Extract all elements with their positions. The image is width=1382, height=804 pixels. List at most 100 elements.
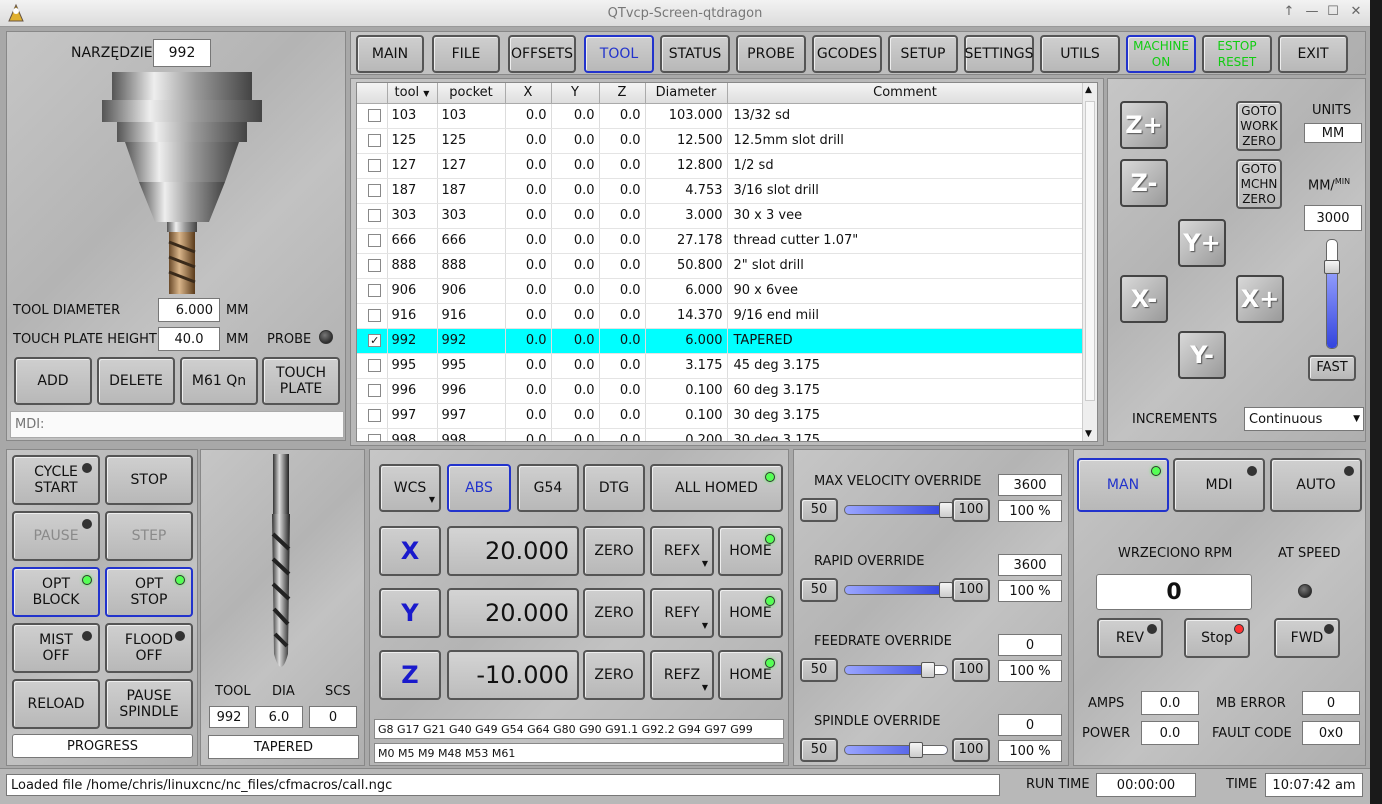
comment-cell[interactable]: 30 deg 3.175 <box>727 403 1084 429</box>
pocket-cell[interactable]: 998 <box>437 428 506 441</box>
goto-machine-zero-button[interactable]: GOTO MCHN ZERO <box>1236 159 1282 209</box>
tab-tool[interactable]: TOOL <box>584 35 654 73</box>
tool-cell[interactable]: 127 <box>387 153 438 179</box>
select-cell[interactable] <box>357 228 388 254</box>
opt-block-button[interactable]: OPT BLOCK <box>12 567 100 617</box>
all-homed-button[interactable]: ALL HOMED <box>650 464 783 512</box>
touch-plate-button[interactable]: TOUCH PLATE <box>262 357 340 405</box>
tool-cell[interactable]: 992 <box>387 328 438 354</box>
diameter-cell[interactable]: 0.100 <box>645 403 728 429</box>
table-row[interactable]: 666 666 0.0 0.0 0.0 27.178 thread cutter 1.07" <box>357 228 1084 254</box>
select-cell[interactable] <box>357 278 388 304</box>
jog-rate-field[interactable]: 3000 <box>1304 205 1362 231</box>
diameter-cell[interactable]: 4.753 <box>645 178 728 204</box>
z-cell[interactable]: 0.0 <box>599 428 646 441</box>
reload-button[interactable]: RELOAD <box>12 679 100 729</box>
tool-cell[interactable]: 666 <box>387 228 438 254</box>
x-cell[interactable]: 0.0 <box>505 253 552 279</box>
exit-button[interactable]: EXIT <box>1278 35 1348 73</box>
override-3-max-button[interactable]: 100 <box>952 738 990 762</box>
mode-manual-button[interactable]: MAN <box>1077 458 1169 512</box>
row-checkbox[interactable] <box>368 309 382 322</box>
machine-on-button[interactable]: MACHINE ON <box>1126 35 1196 73</box>
wcs-button[interactable]: WCS ▼ <box>379 464 441 512</box>
pocket-cell[interactable]: 127 <box>437 153 506 179</box>
ref-y-button[interactable]: REFY ▼ <box>650 588 714 638</box>
comment-cell[interactable]: 30 x 3 vee <box>727 203 1084 229</box>
shade-button[interactable]: ↑ <box>1282 5 1296 19</box>
z-cell[interactable]: 0.0 <box>599 178 646 204</box>
y-cell[interactable]: 0.0 <box>551 303 600 329</box>
row-checkbox[interactable] <box>368 284 382 297</box>
dtg-button[interactable]: DTG <box>583 464 645 512</box>
diameter-cell[interactable]: 103.000 <box>645 103 728 129</box>
comment-cell[interactable]: 13/32 sd <box>727 103 1084 129</box>
x-cell[interactable]: 0.0 <box>505 303 552 329</box>
pocket-cell[interactable]: 103 <box>437 103 506 129</box>
row-checkbox[interactable] <box>368 109 382 122</box>
zero-z-button[interactable]: ZERO <box>583 650 645 700</box>
comment-cell[interactable]: 60 deg 3.175 <box>727 378 1084 404</box>
diameter-cell[interactable]: 27.178 <box>645 228 728 254</box>
select-cell[interactable] <box>357 303 388 329</box>
select-cell[interactable] <box>357 253 388 279</box>
y-cell[interactable]: 0.0 <box>551 153 600 179</box>
pocket-cell[interactable]: 125 <box>437 128 506 154</box>
row-checkbox[interactable]: ✓ <box>368 334 382 347</box>
select-cell[interactable] <box>357 203 388 229</box>
override-2-slider-handle[interactable] <box>921 662 935 678</box>
table-row[interactable]: 103 103 0.0 0.0 0.0 103.000 13/32 sd <box>357 103 1084 129</box>
pocket-cell[interactable]: 995 <box>437 353 506 379</box>
ref-x-button[interactable]: REFX ▼ <box>650 526 714 576</box>
goto-work-zero-button[interactable]: GOTO WORK ZERO <box>1236 101 1282 151</box>
y-cell[interactable]: 0.0 <box>551 378 600 404</box>
row-checkbox[interactable] <box>368 434 382 441</box>
axis-y-button[interactable]: Y <box>379 588 441 638</box>
pocket-cell[interactable]: 996 <box>437 378 506 404</box>
y-cell[interactable]: 0.0 <box>551 428 600 441</box>
jog-z-plus-button[interactable]: Z+ <box>1120 101 1168 149</box>
tool-cell[interactable]: 187 <box>387 178 438 204</box>
diameter-cell[interactable]: 12.800 <box>645 153 728 179</box>
override-1-max-button[interactable]: 100 <box>952 578 990 602</box>
override-3-min-button[interactable]: 50 <box>800 738 838 762</box>
comment-cell[interactable]: 3/16 slot drill <box>727 178 1084 204</box>
tab-offsets[interactable]: OFFSETS <box>508 35 576 73</box>
estop-reset-button[interactable]: ESTOP RESET <box>1202 35 1272 73</box>
tool-cell[interactable]: 906 <box>387 278 438 304</box>
diameter-cell[interactable]: 12.500 <box>645 128 728 154</box>
comment-cell[interactable]: 1/2 sd <box>727 153 1084 179</box>
row-checkbox[interactable] <box>368 184 382 197</box>
table-row[interactable]: 995 995 0.0 0.0 0.0 3.175 45 deg 3.175 <box>357 353 1084 379</box>
override-1-slider-handle[interactable] <box>939 582 953 598</box>
select-cell[interactable] <box>357 103 388 129</box>
x-cell[interactable]: 0.0 <box>505 178 552 204</box>
zero-y-button[interactable]: ZERO <box>583 588 645 638</box>
row-checkbox[interactable] <box>368 134 382 147</box>
comment-cell[interactable]: 30 deg 3.175 <box>727 428 1084 441</box>
override-2-min-button[interactable]: 50 <box>800 658 838 682</box>
override-0-slider-handle[interactable] <box>939 502 953 518</box>
select-cell[interactable] <box>357 128 388 154</box>
add-tool-button[interactable]: ADD <box>14 357 92 405</box>
tab-status[interactable]: STATUS <box>660 35 730 73</box>
diameter-cell[interactable]: 50.800 <box>645 253 728 279</box>
tab-utils[interactable]: UTILS <box>1040 35 1120 73</box>
jog-x-plus-button[interactable]: X+ <box>1236 275 1284 323</box>
x-cell[interactable]: 0.0 <box>505 278 552 304</box>
table-row[interactable]: 997 997 0.0 0.0 0.0 0.100 30 deg 3.175 <box>357 403 1084 429</box>
tab-file[interactable]: FILE <box>432 35 500 73</box>
comment-cell[interactable]: 2" slot drill <box>727 253 1084 279</box>
col-header-x[interactable]: X <box>505 83 552 104</box>
col-header-z[interactable]: Z <box>599 83 646 104</box>
y-cell[interactable]: 0.0 <box>551 203 600 229</box>
jog-rate-slider[interactable] <box>1326 239 1338 349</box>
select-cell[interactable] <box>357 178 388 204</box>
x-cell[interactable]: 0.0 <box>505 128 552 154</box>
select-cell[interactable] <box>357 378 388 404</box>
tool-cell[interactable]: 303 <box>387 203 438 229</box>
zero-x-button[interactable]: ZERO <box>583 526 645 576</box>
y-cell[interactable]: 0.0 <box>551 103 600 129</box>
m61-button[interactable]: M61 Qn <box>180 357 258 405</box>
tool-cell[interactable]: 103 <box>387 103 438 129</box>
